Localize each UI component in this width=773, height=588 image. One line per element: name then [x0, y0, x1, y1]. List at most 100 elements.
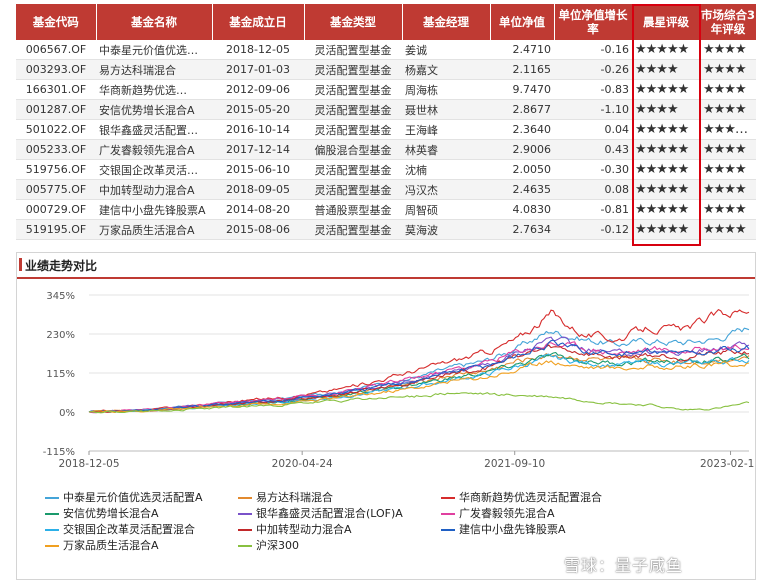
- legend-swatch: [238, 513, 252, 515]
- cell-name[interactable]: 万家品质生活混合A: [96, 219, 212, 240]
- cell-morningstar-rating: ★★★★★: [632, 199, 700, 220]
- y-tick-label: 230%: [46, 330, 75, 341]
- header-type[interactable]: 基金类型: [304, 4, 403, 40]
- cell-manager: 杨嘉文: [402, 59, 490, 80]
- cell-type: 偏股混合型基金: [304, 139, 402, 160]
- legend-swatch: [441, 513, 455, 515]
- cell-code[interactable]: 519756.OF: [16, 159, 96, 180]
- header-nav[interactable]: 单位净值: [490, 4, 555, 40]
- cell-market-rating: ★★★★: [700, 139, 756, 160]
- header-date[interactable]: 基金成立日: [212, 4, 305, 40]
- panel-marker: [19, 258, 22, 271]
- cell-code[interactable]: 001287.OF: [16, 99, 96, 120]
- cell-name[interactable]: 银华鑫盛灵活配置…: [96, 119, 212, 140]
- legend-item[interactable]: 广发睿毅领先混合A: [441, 505, 555, 521]
- cell-code[interactable]: 000729.OF: [16, 199, 96, 220]
- cell-name[interactable]: 易方达科瑞混合: [96, 59, 212, 80]
- performance-panel: 业绩走势对比 345% 230% 115% 0% -115% 2018-12-05 2020…: [16, 252, 756, 580]
- legend-label: 交银国企改革灵活配置混合: [63, 523, 195, 536]
- panel-title: 业绩走势对比: [25, 259, 98, 273]
- cell-nav: 2.7634: [490, 219, 554, 240]
- legend-item[interactable]: 万家品质生活混合A: [45, 537, 159, 553]
- cell-growth: -0.83: [554, 79, 632, 100]
- cell-name[interactable]: 交银国企改革灵活…: [96, 159, 212, 180]
- cell-growth: -0.12: [554, 219, 632, 240]
- legend-swatch: [45, 513, 59, 515]
- table-header-row: 基金代码 基金名称 基金成立日 基金类型 基金经理 单位净值 单位净值增长率 晨…: [16, 4, 757, 40]
- cell-date: 2015-06-10: [212, 159, 304, 180]
- cell-type: 灵活配置型基金: [304, 119, 402, 140]
- legend-item[interactable]: 建信中小盘先锋股票A: [441, 521, 566, 537]
- legend-item[interactable]: 中加转型动力混合A: [238, 521, 352, 537]
- header-manager[interactable]: 基金经理: [402, 4, 491, 40]
- cell-nav: 2.1165: [490, 59, 554, 80]
- cell-name[interactable]: 广发睿毅领先混合A: [96, 139, 212, 160]
- cell-code[interactable]: 166301.OF: [16, 79, 96, 100]
- table-row[interactable]: 519195.OF 万家品质生活混合A 2015-08-06 灵活配置型基金 莫海波 2.…: [16, 219, 756, 240]
- cell-date: 2017-01-03: [212, 59, 304, 80]
- header-morningstar[interactable]: 晨星评级: [632, 4, 701, 40]
- table-row[interactable]: 519756.OF 交银国企改革灵活… 2015-06-10 灵活配置型基金 沈楠 2.0…: [16, 159, 756, 180]
- table-row[interactable]: 166301.OF 华商新趋势优选… 2012-09-06 灵活配置型基金 周海栋 9.7…: [16, 79, 756, 100]
- header-code[interactable]: 基金代码: [16, 4, 97, 40]
- cell-name[interactable]: 建信中小盘先锋股票A: [96, 199, 212, 220]
- legend-item[interactable]: 中泰星元价值优选灵活配置A: [45, 489, 203, 505]
- cell-type: 灵活配置型基金: [304, 40, 402, 60]
- cell-market-rating: ★★★★: [700, 179, 756, 200]
- cell-manager: 姜诚: [402, 40, 490, 60]
- table-row[interactable]: 005775.OF 中加转型动力混合A 2018-09-05 灵活配置型基金 冯汉杰 2.…: [16, 179, 756, 200]
- table-row[interactable]: 001287.OF 安信优势增长混合A 2015-05-20 灵活配置型基金 聂世林 2.…: [16, 99, 756, 120]
- cell-code[interactable]: 519195.OF: [16, 219, 96, 240]
- legend-item[interactable]: 沪深300: [238, 537, 299, 553]
- cell-morningstar-rating: ★★★★★: [632, 139, 700, 160]
- cell-date: 2012-09-06: [212, 79, 304, 100]
- cell-growth: 0.43: [554, 139, 632, 160]
- cell-name[interactable]: 中加转型动力混合A: [96, 179, 212, 200]
- cell-morningstar-rating: ★★★★: [632, 99, 700, 120]
- legend-item[interactable]: 易方达科瑞混合: [238, 489, 333, 505]
- legend-item[interactable]: 安信优势增长混合A: [45, 505, 159, 521]
- cell-growth: -0.16: [554, 40, 632, 60]
- cell-name[interactable]: 中泰星元价值优选…: [96, 40, 212, 60]
- cell-code[interactable]: 005233.OF: [16, 139, 96, 160]
- cell-type: 灵活配置型基金: [304, 159, 402, 180]
- legend-item[interactable]: 华商新趋势优选灵活配置混合: [441, 489, 602, 505]
- cell-manager: 莫海波: [402, 219, 490, 240]
- cell-code[interactable]: 003293.OF: [16, 59, 96, 80]
- cell-date: 2016-10-14: [212, 119, 304, 140]
- series-line: [88, 392, 750, 414]
- table-row[interactable]: 000729.OF 建信中小盘先锋股票A 2014-08-20 普通股票型基金 周智硕 4…: [16, 199, 756, 220]
- header-name[interactable]: 基金名称: [96, 4, 213, 40]
- legend-swatch: [45, 529, 59, 531]
- x-tick-label: 2018-12-05: [58, 458, 119, 470]
- watermark: 雪球：量子咸鱼: [564, 556, 684, 575]
- legend-label: 华商新趋势优选灵活配置混合: [459, 491, 602, 504]
- legend-label: 建信中小盘先锋股票A: [459, 523, 566, 536]
- legend-item[interactable]: 交银国企改革灵活配置混合: [45, 521, 195, 537]
- legend-label: 中泰星元价值优选灵活配置A: [63, 491, 203, 504]
- cell-market-rating: ★★★★: [700, 59, 756, 80]
- fund-table: 基金代码 基金名称 基金成立日 基金类型 基金经理 单位净值 单位净值增长率 晨…: [16, 4, 757, 240]
- cell-name[interactable]: 安信优势增长混合A: [96, 99, 212, 120]
- cell-type: 灵活配置型基金: [304, 59, 402, 80]
- legend-swatch: [45, 545, 59, 547]
- cell-growth: -1.10: [554, 99, 632, 120]
- table-row[interactable]: 003293.OF 易方达科瑞混合 2017-01-03 灵活配置型基金 杨嘉文 2.11…: [16, 59, 756, 80]
- cell-growth: 0.04: [554, 119, 632, 140]
- table-row[interactable]: 005233.OF 广发睿毅领先混合A 2017-12-14 偏股混合型基金 林英睿 2.…: [16, 139, 756, 160]
- cell-morningstar-rating: ★★★★★: [632, 179, 700, 200]
- legend-item[interactable]: 银华鑫盛灵活配置混合(LOF)A: [238, 505, 403, 521]
- cell-type: 灵活配置型基金: [304, 179, 402, 200]
- table-row[interactable]: 006567.OF 中泰星元价值优选… 2018-12-05 灵活配置型基金 姜诚 2.4…: [16, 40, 756, 60]
- cell-morningstar-rating: ★★★★★: [632, 159, 700, 180]
- cell-market-rating: ★★★★: [700, 219, 756, 240]
- cell-type: 灵活配置型基金: [304, 79, 402, 100]
- cell-code[interactable]: 006567.OF: [16, 40, 96, 60]
- cell-nav: 9.7470: [490, 79, 554, 100]
- cell-code[interactable]: 005775.OF: [16, 179, 96, 200]
- cell-name[interactable]: 华商新趋势优选…: [96, 79, 212, 100]
- cell-code[interactable]: 501022.OF: [16, 119, 96, 140]
- header-growth[interactable]: 单位净值增长率: [554, 4, 633, 40]
- table-row[interactable]: 501022.OF 银华鑫盛灵活配置… 2016-10-14 灵活配置型基金 王海峰 2.…: [16, 119, 756, 140]
- header-market-rating[interactable]: 市场综合3年评级: [700, 4, 757, 40]
